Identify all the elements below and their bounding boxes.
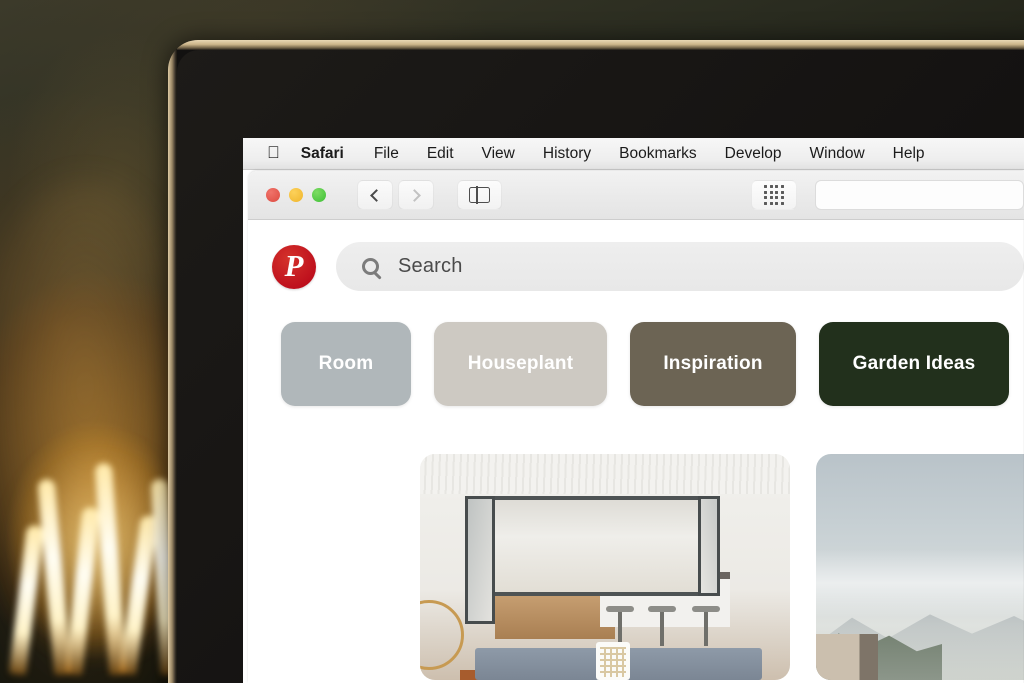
sidebar-toggle-button[interactable] xyxy=(457,180,502,210)
category-chip-label: Room xyxy=(318,353,374,374)
search-placeholder: Search xyxy=(398,255,463,277)
menu-item-bookmarks[interactable]: Bookmarks xyxy=(605,145,711,163)
menu-item-help[interactable]: Help xyxy=(879,145,939,163)
menu-item-window[interactable]: Window xyxy=(796,145,879,163)
pin-interior-kitchen[interactable] xyxy=(420,454,790,680)
safari-browser-window: P Search Room Houseplant Inspiration Gar… xyxy=(248,171,1024,683)
menu-item-history[interactable]: History xyxy=(529,145,605,163)
zoom-window-button[interactable] xyxy=(312,188,326,202)
chevron-left-icon xyxy=(370,188,383,202)
address-bar[interactable] xyxy=(815,180,1024,210)
category-chip-houseplant[interactable]: Houseplant xyxy=(434,322,607,406)
show-all-tabs-button[interactable] xyxy=(751,180,797,210)
category-chip-list: Room Houseplant Inspiration Garden Ideas xyxy=(248,291,1024,406)
pin-grid xyxy=(248,406,1024,680)
category-chip-label: Houseplant xyxy=(467,353,574,374)
browser-toolbar xyxy=(248,171,1024,220)
minimize-window-button[interactable] xyxy=(289,188,303,202)
category-chip-label: Inspiration xyxy=(663,353,763,374)
menu-item-develop[interactable]: Develop xyxy=(711,145,796,163)
category-chip-inspiration[interactable]: Inspiration xyxy=(630,322,796,406)
close-window-button[interactable] xyxy=(266,188,280,202)
pinterest-logo-icon[interactable]: P xyxy=(272,244,316,289)
search-input[interactable]: Search xyxy=(336,242,1024,291)
pinterest-logo-letter: P xyxy=(284,248,304,283)
apple-logo-icon[interactable]:  xyxy=(267,144,280,161)
forward-button[interactable] xyxy=(398,180,434,210)
menu-item-file[interactable]: File xyxy=(360,145,413,163)
search-icon xyxy=(362,258,379,275)
category-chip-garden-ideas[interactable]: Garden Ideas xyxy=(819,322,1009,406)
macos-menu-bar:  Safari File Edit View History Bookmark… xyxy=(243,138,1024,170)
sidebar-toggle-icon xyxy=(469,186,490,204)
laptop-screen:  Safari File Edit View History Bookmark… xyxy=(243,138,1024,683)
pinterest-header: P Search xyxy=(248,220,1024,291)
pin-mountain-landscape[interactable] xyxy=(816,454,1024,680)
category-chip-room[interactable]: Room xyxy=(281,322,411,406)
grid-dots-icon xyxy=(764,185,784,205)
menu-item-edit[interactable]: Edit xyxy=(413,145,468,163)
navigation-buttons xyxy=(357,180,434,210)
category-chip-label: Garden Ideas xyxy=(852,353,976,374)
pin-image xyxy=(420,454,790,680)
back-button[interactable] xyxy=(357,180,393,210)
pinterest-page: P Search Room Houseplant Inspiration Gar… xyxy=(248,220,1024,683)
pin-image xyxy=(816,454,1024,680)
chevron-right-icon xyxy=(408,188,421,202)
menu-item-safari[interactable]: Safari xyxy=(301,145,360,163)
menu-item-view[interactable]: View xyxy=(468,145,529,163)
window-traffic-lights xyxy=(266,188,326,202)
